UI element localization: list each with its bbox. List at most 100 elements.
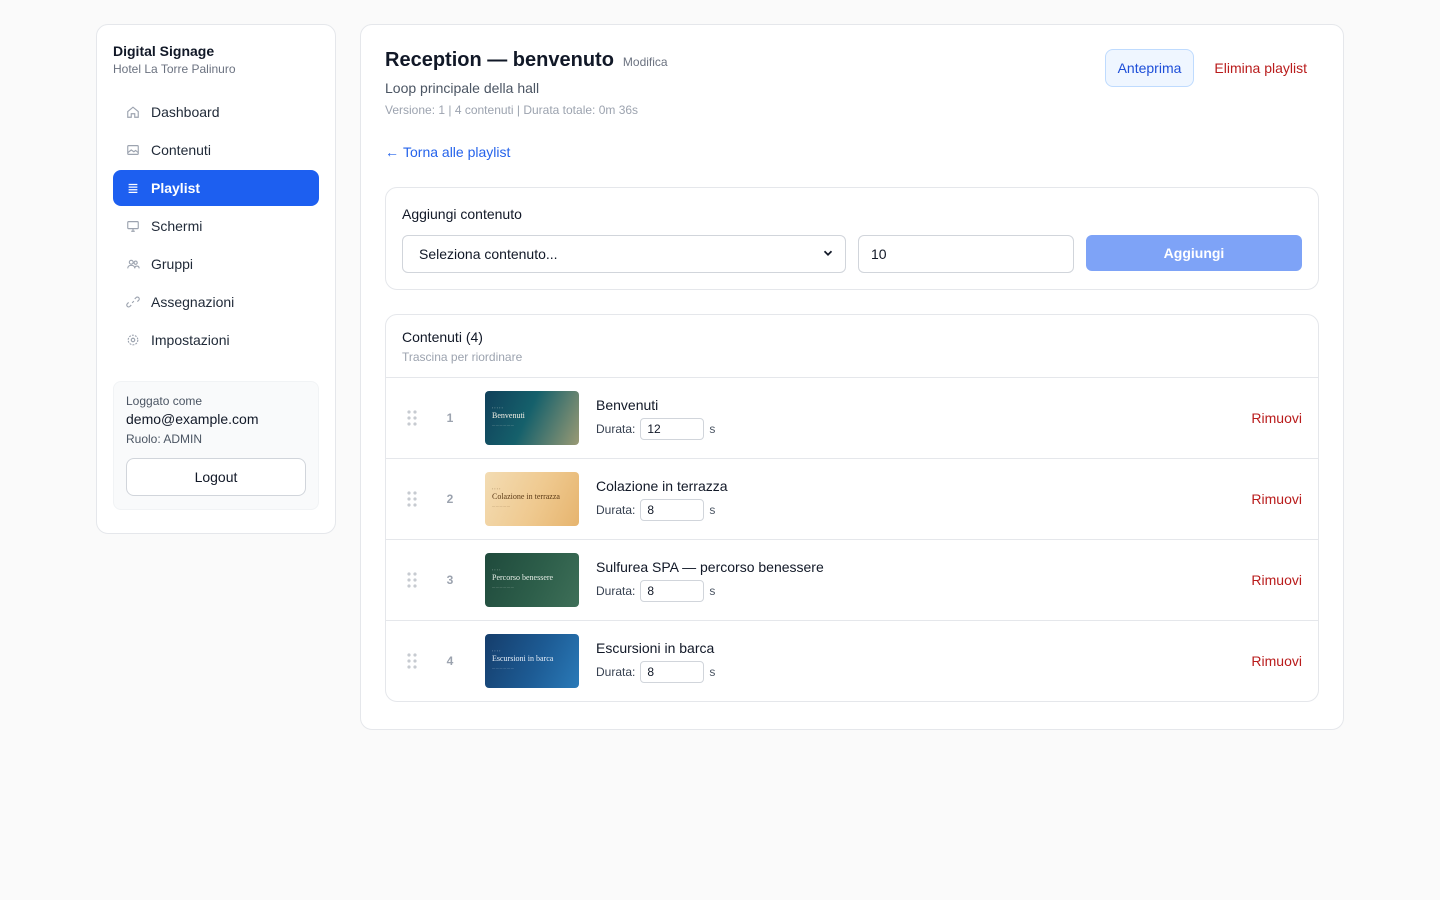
- thumbnail-caption: — — — — — —: [492, 666, 514, 670]
- back-to-playlists-link[interactable]: ← Torna alle playlist: [385, 144, 510, 160]
- thumbnail-title: Percorso benessere: [492, 573, 554, 582]
- content-select[interactable]: Seleziona contenuto...: [402, 235, 846, 273]
- item-info: Colazione in terrazza Durata: 8 s: [596, 478, 1251, 521]
- duration-label: Durata:: [596, 583, 636, 598]
- drag-handle-icon[interactable]: [402, 652, 422, 670]
- sidebar-item-gruppi[interactable]: Gruppi: [113, 246, 319, 282]
- sidebar-item-playlist[interactable]: Playlist: [113, 170, 319, 206]
- item-duration-input[interactable]: 8: [640, 660, 705, 683]
- add-content-card: Aggiungi contenuto Seleziona contenuto..…: [385, 187, 1319, 290]
- duration-unit: s: [709, 583, 716, 598]
- item-index: 2: [446, 492, 454, 506]
- playlist-meta: Versione: 1 | 4 contenuti | Durata total…: [385, 103, 639, 117]
- item-duration-input[interactable]: 8: [640, 498, 705, 521]
- content-thumbnail: • • • • Escursioni in barca — — — — — —: [485, 634, 579, 688]
- brand-title: Digital Signage: [113, 43, 215, 59]
- duration-row: Durata: 8 s: [596, 660, 1251, 683]
- drag-handle-icon[interactable]: [402, 571, 422, 589]
- list-item[interactable]: 1 • • • • • Benvenuti — — — — — — Benven…: [386, 378, 1318, 459]
- item-name: Benvenuti: [596, 396, 659, 413]
- duration-row: Durata: 12 s: [596, 417, 1251, 440]
- remove-button[interactable]: Rimuovi: [1251, 653, 1302, 669]
- contents-list-header: Contenuti (4) Trascina per riordinare: [386, 315, 1318, 378]
- logged-as-label: Loggato come: [126, 394, 203, 408]
- gear-icon: [125, 332, 141, 348]
- item-duration-input[interactable]: 12: [640, 417, 705, 440]
- duration-input[interactable]: 10: [858, 235, 1074, 273]
- back-link-label: Torna alle playlist: [403, 144, 511, 160]
- sidebar-item-label: Gruppi: [151, 256, 194, 272]
- item-name: Colazione in terrazza: [596, 477, 728, 494]
- remove-button[interactable]: Rimuovi: [1251, 491, 1302, 507]
- sidebar-item-label: Impostazioni: [151, 332, 230, 348]
- list-item[interactable]: 3 • • • • Percorso benessere — — — — — —…: [386, 540, 1318, 621]
- sidebar-item-label: Assegnazioni: [151, 294, 235, 310]
- arrow-left-icon: ←: [385, 144, 399, 160]
- content-thumbnail: • • • • Percorso benessere — — — — — —: [485, 553, 579, 607]
- thumbnail-kicker: • • • •: [492, 649, 501, 653]
- remove-button[interactable]: Rimuovi: [1251, 572, 1302, 588]
- content-select-value: Seleziona contenuto...: [419, 246, 558, 262]
- duration-unit: s: [709, 502, 716, 517]
- item-index: 1: [446, 411, 454, 425]
- chevron-down-icon: [821, 246, 835, 263]
- thumbnail-caption: — — — — —: [492, 504, 510, 508]
- brand-subtitle: Hotel La Torre Palinuro: [113, 62, 236, 76]
- item-info: Benvenuti Durata: 12 s: [596, 397, 1251, 440]
- sidebar-item-assegnazioni[interactable]: Assegnazioni: [113, 284, 319, 320]
- item-info: Sulfurea SPA — percorso benessere Durata…: [596, 559, 1251, 602]
- list-item[interactable]: 4 • • • • Escursioni in barca — — — — — …: [386, 621, 1318, 701]
- preview-button[interactable]: Anteprima: [1104, 49, 1195, 87]
- duration-unit: s: [709, 664, 716, 679]
- thumbnail-title: Colazione in terrazza: [492, 492, 560, 501]
- thumbnail-title: Benvenuti: [492, 411, 525, 420]
- drag-handle-icon[interactable]: [402, 409, 422, 427]
- home-icon: [125, 104, 141, 120]
- content-thumbnail: • • • • Colazione in terrazza — — — — —: [485, 472, 579, 526]
- user-email: demo@example.com: [126, 411, 259, 427]
- thumbnail-title: Escursioni in barca: [492, 654, 554, 663]
- item-name: Sulfurea SPA — percorso benessere: [596, 558, 824, 575]
- sidebar-item-label: Playlist: [151, 180, 201, 196]
- sidebar-item-dashboard[interactable]: Dashboard: [113, 94, 319, 130]
- logout-button[interactable]: Logout: [126, 458, 306, 496]
- duration-row: Durata: 8 s: [596, 579, 1251, 602]
- sidebar-item-impostazioni[interactable]: Impostazioni: [113, 322, 319, 358]
- duration-label: Durata:: [596, 421, 636, 436]
- sidebar-item-label: Dashboard: [151, 104, 220, 120]
- item-duration-input[interactable]: 8: [640, 579, 705, 602]
- duration-label: Durata:: [596, 502, 636, 517]
- add-button[interactable]: Aggiungi: [1086, 235, 1302, 271]
- delete-playlist-button[interactable]: Elimina playlist: [1202, 49, 1319, 87]
- contents-list-title: Contenuti (4): [402, 329, 483, 345]
- thumbnail-kicker: • • • • •: [492, 406, 503, 410]
- drag-handle-icon[interactable]: [402, 490, 422, 508]
- playlist-detail-panel: Reception — benvenuto Modifica Loop prin…: [360, 24, 1344, 730]
- thumbnail-caption: — — — — — —: [492, 585, 514, 589]
- duration-unit: s: [709, 421, 716, 436]
- thumbnail-kicker: • • • •: [492, 568, 501, 572]
- sidebar-item-contenuti[interactable]: Contenuti: [113, 132, 319, 168]
- duration-label: Durata:: [596, 664, 636, 679]
- item-index: 4: [446, 654, 454, 668]
- image-icon: [125, 142, 141, 158]
- sidebar: Digital Signage Hotel La Torre Palinuro …: [96, 24, 336, 534]
- contents-list-card: Contenuti (4) Trascina per riordinare 1 …: [385, 314, 1319, 702]
- thumbnail-caption: — — — — — —: [492, 423, 514, 427]
- item-index: 3: [446, 573, 454, 587]
- sidebar-item-label: Schermi: [151, 218, 203, 234]
- item-info: Escursioni in barca Durata: 8 s: [596, 640, 1251, 683]
- remove-button[interactable]: Rimuovi: [1251, 410, 1302, 426]
- content-thumbnail: • • • • • Benvenuti — — — — — —: [485, 391, 579, 445]
- edit-title-link[interactable]: Modifica: [623, 55, 668, 69]
- sidebar-item-schermi[interactable]: Schermi: [113, 208, 319, 244]
- list-item[interactable]: 2 • • • • Colazione in terrazza — — — — …: [386, 459, 1318, 540]
- contents-list-hint: Trascina per riordinare: [402, 350, 523, 364]
- link-icon: [125, 294, 141, 310]
- add-content-title: Aggiungi contenuto: [402, 206, 522, 222]
- sidebar-item-label: Contenuti: [151, 142, 211, 158]
- list-icon: [125, 180, 141, 196]
- user-role: Ruolo: ADMIN: [126, 432, 203, 446]
- page-title: Reception — benvenuto: [385, 49, 614, 71]
- thumbnail-kicker: • • • •: [492, 487, 501, 491]
